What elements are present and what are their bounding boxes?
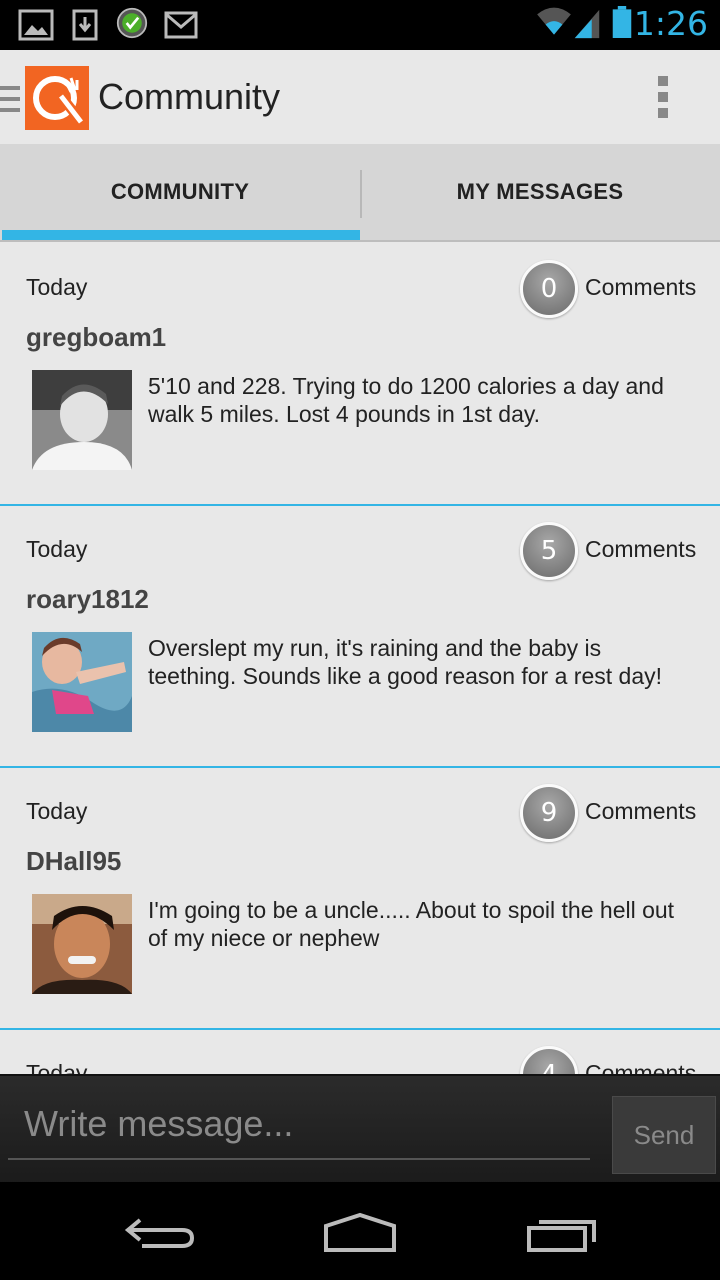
signal-icon (574, 9, 600, 39)
tab-my-messages[interactable]: MY MESSAGES (360, 144, 720, 240)
back-icon[interactable] (122, 1212, 196, 1252)
comments-label[interactable]: Comments (585, 798, 696, 825)
status-bar: 1:26 (0, 0, 720, 50)
send-button[interactable]: Send (612, 1096, 716, 1174)
post-message: Overslept my run, it's raining and the b… (148, 635, 662, 689)
post-date: Today (26, 274, 88, 300)
comment-count-badge[interactable]: 5 (520, 522, 578, 580)
tab-bar: COMMUNITY MY MESSAGES (0, 144, 720, 242)
community-feed[interactable]: Today 0 Comments gregboam1 5'10 and 228.… (0, 244, 720, 1074)
message-input[interactable] (8, 1090, 590, 1160)
navigation-bar (0, 1182, 720, 1280)
post-date: Today (26, 1060, 88, 1074)
gmail-icon (164, 11, 198, 39)
drawer-icon[interactable] (0, 84, 22, 114)
username[interactable]: roary1812 (26, 584, 149, 615)
list-item[interactable]: Today 4 Comments (0, 1030, 720, 1074)
page-title: Community (98, 76, 281, 117)
post-date: Today (26, 536, 88, 562)
avatar[interactable] (32, 632, 132, 732)
post-date: Today (26, 798, 88, 824)
comments-label[interactable]: Comments (585, 1060, 696, 1074)
tab-community[interactable]: COMMUNITY (0, 144, 360, 240)
selected-tab-indicator (2, 230, 360, 240)
comment-count-badge[interactable]: 9 (520, 784, 578, 842)
post-message: I'm going to be a uncle..... About to sp… (148, 897, 675, 951)
avatar[interactable] (32, 894, 132, 994)
home-icon[interactable] (322, 1212, 398, 1254)
list-item[interactable]: Today 9 Comments DHall95 I'm going to be… (0, 768, 720, 1030)
gallery-icon (18, 9, 54, 41)
app-logo-icon[interactable] (25, 66, 89, 130)
download-icon (72, 9, 98, 41)
battery-icon (612, 6, 632, 38)
clock: 1:26 (633, 4, 708, 43)
message-composer: Send (0, 1074, 720, 1184)
check-icon (116, 7, 148, 39)
comments-label[interactable]: Comments (585, 274, 696, 301)
username[interactable]: gregboam1 (26, 322, 166, 353)
overflow-menu-icon[interactable] (656, 76, 670, 120)
comment-count-badge[interactable]: 4 (520, 1046, 578, 1074)
comments-label[interactable]: Comments (585, 536, 696, 563)
action-bar: Community (0, 50, 720, 144)
post-message: 5'10 and 228. Trying to do 1200 calories… (148, 373, 664, 427)
wifi-icon (537, 7, 571, 35)
list-item[interactable]: Today 5 Comments roary1812 Overslept my … (0, 506, 720, 768)
username[interactable]: DHall95 (26, 846, 121, 877)
comment-count-badge[interactable]: 0 (520, 260, 578, 318)
list-item[interactable]: Today 0 Comments gregboam1 5'10 and 228.… (0, 244, 720, 506)
avatar[interactable] (32, 370, 132, 470)
recent-apps-icon[interactable] (526, 1216, 598, 1254)
